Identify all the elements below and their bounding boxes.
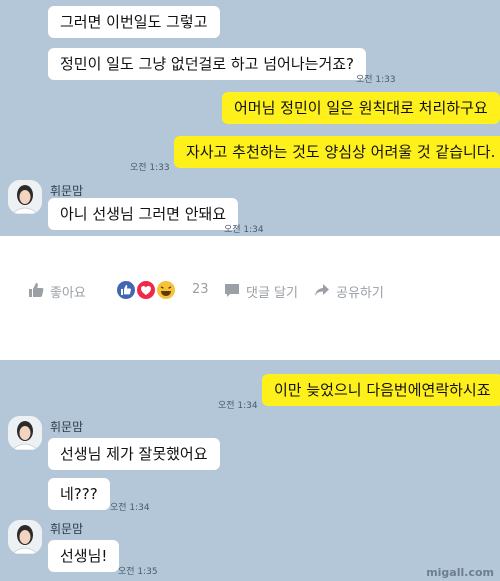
avatar-image <box>8 180 42 214</box>
share-label[interactable]: 공유하기 <box>336 282 384 301</box>
message-time: 오전 1:34 <box>224 225 264 235</box>
message-text: 그러면 이번일도 그렇고 <box>60 13 208 31</box>
sender-name: 휘문맘 <box>50 420 84 434</box>
message-bubble[interactable]: 네??? <box>48 478 110 510</box>
watermark: migall.com <box>426 566 494 579</box>
message-text: 정민이 일도 그냥 없던걸로 하고 넘어나는거죠? <box>60 55 355 73</box>
avatar[interactable] <box>8 180 42 214</box>
like-icon[interactable] <box>28 282 44 302</box>
message-text: 이만 늦었으니 다음번에연락하시죠 <box>274 381 491 399</box>
message-time: 오전 1:33 <box>130 163 170 173</box>
avatar[interactable] <box>8 520 42 554</box>
sent-message-bubble[interactable]: 어머님 정민이 일은 원칙대로 처리하구요 <box>222 92 500 124</box>
avatar[interactable] <box>8 416 42 450</box>
message-text: 아니 선생님 그러면 안돼요 <box>60 205 227 223</box>
sent-message-bubble[interactable]: 이만 늦었으니 다음번에연락하시죠 <box>262 374 500 406</box>
message-bubble[interactable]: 그러면 이번일도 그렇고 <box>48 6 220 38</box>
sender-name: 휘문맘 <box>50 522 84 536</box>
message-time: 오전 1:34 <box>110 503 150 513</box>
message-time: 오전 1:35 <box>118 567 158 577</box>
message-bubble[interactable]: 선생님 제가 잘못했어요 <box>48 438 220 470</box>
haha-reaction-icon <box>156 280 176 304</box>
message-bubble[interactable]: 선생님! <box>48 540 120 572</box>
comment-label[interactable]: 댓글 달기 <box>246 282 298 301</box>
sent-message-bubble[interactable]: 자사고 추천하는 것도 양심상 어려울 것 같습니다. <box>174 136 500 168</box>
sender-name: 휘문맘 <box>50 184 84 198</box>
message-time: 오전 1:34 <box>218 401 258 411</box>
share-icon[interactable] <box>314 282 330 302</box>
message-text: 선생님 제가 잘못했어요 <box>60 445 208 463</box>
love-reaction-icon <box>136 280 156 304</box>
avatar-image <box>8 416 42 450</box>
message-text: 네??? <box>60 485 98 503</box>
message-text: 자사고 추천하는 것도 양심상 어려울 것 같습니다. <box>186 143 496 161</box>
message-text: 선생님! <box>60 547 108 565</box>
reaction-count[interactable]: 23 <box>192 282 209 297</box>
chat-section-bottom: 이만 늦었으니 다음번에연락하시죠 오전 1:34 휘문맘 선생님 제가 잘못했… <box>0 360 500 581</box>
chat-section-top: 그러면 이번일도 그렇고 정민이 일도 그냥 없던걸로 하고 넘어나는거죠? 오… <box>0 0 500 236</box>
message-time: 오전 1:33 <box>356 75 396 85</box>
message-text: 어머님 정민이 일은 원칙대로 처리하구요 <box>234 99 488 117</box>
message-bubble[interactable]: 아니 선생님 그러면 안돼요 <box>48 198 239 230</box>
avatar-image <box>8 520 42 554</box>
like-label[interactable]: 좋아요 <box>50 282 86 301</box>
message-bubble[interactable]: 정민이 일도 그냥 없던걸로 하고 넘어나는거죠? <box>48 48 367 80</box>
comment-icon[interactable] <box>224 282 240 302</box>
like-reaction-icon <box>116 280 136 304</box>
social-bar: 좋아요 23 댓글 달기 공유하기 <box>0 276 500 306</box>
